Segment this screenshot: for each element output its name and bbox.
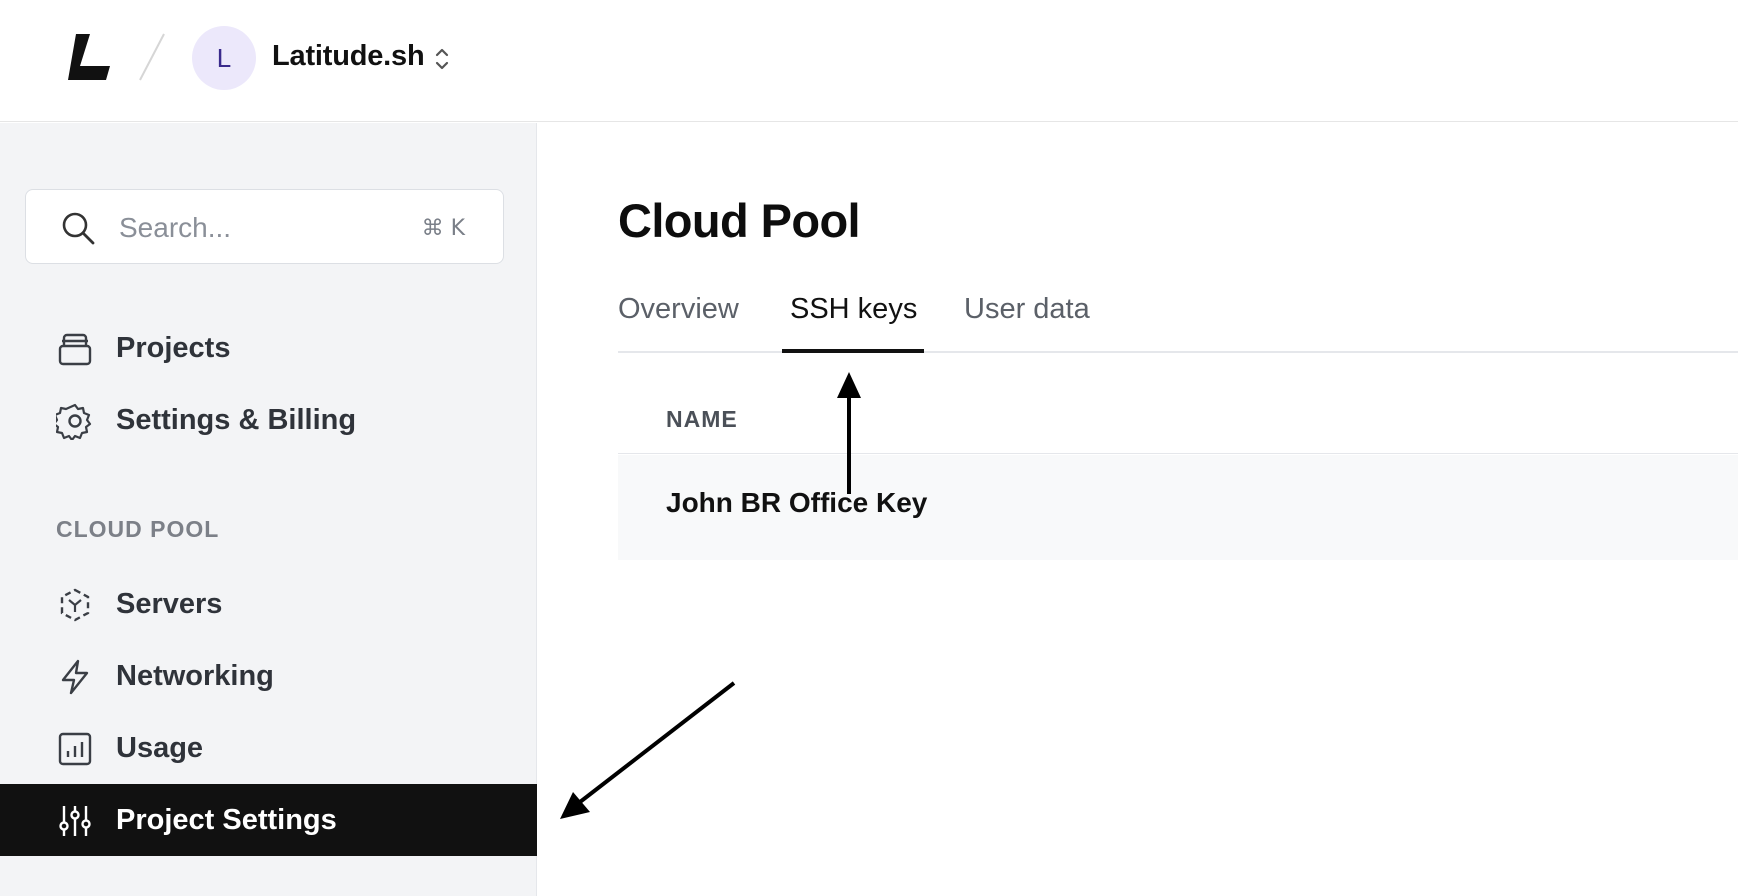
main-content: Cloud Pool Overview SSH keys User data N… xyxy=(538,123,1738,896)
org-avatar[interactable]: L xyxy=(192,26,256,90)
bar-chart-icon xyxy=(58,732,92,766)
search-placeholder: Search... xyxy=(119,212,232,243)
folder-stack-icon xyxy=(58,333,92,366)
search-input[interactable]: Search... ⌘ K xyxy=(25,189,504,264)
latitude-logo-icon[interactable] xyxy=(66,30,114,84)
tab-user-data[interactable]: User data xyxy=(964,293,1090,344)
org-name[interactable]: Latitude.sh xyxy=(272,40,425,73)
lightning-icon xyxy=(61,659,89,695)
sidebar-item-label: Networking xyxy=(116,660,274,692)
table-row[interactable]: John BR Office Key xyxy=(618,455,1738,560)
sidebar-item-servers[interactable]: Servers xyxy=(0,568,537,640)
sidebar: Search... ⌘ K Projects Settings & Billin… xyxy=(0,123,537,896)
sidebar-item-projects[interactable]: Projects xyxy=(0,312,537,384)
sliders-icon xyxy=(59,806,91,836)
sidebar-item-label: Projects xyxy=(116,332,231,364)
breadcrumb-divider-icon xyxy=(139,33,165,81)
table-header: NAME xyxy=(618,388,1738,454)
tab-overview[interactable]: Overview xyxy=(618,293,739,344)
search-icon xyxy=(62,212,95,245)
sidebar-item-settings-billing[interactable]: Settings & Billing xyxy=(0,384,537,456)
sidebar-item-usage[interactable]: Usage xyxy=(0,712,537,784)
tab-ssh-keys[interactable]: SSH keys xyxy=(790,293,917,344)
chevron-up-down-icon[interactable] xyxy=(432,44,452,74)
sidebar-item-label: Servers xyxy=(116,588,223,620)
ssh-key-name[interactable]: John BR Office Key xyxy=(666,487,927,519)
sidebar-item-label: Settings & Billing xyxy=(116,404,357,436)
sidebar-item-networking[interactable]: Networking xyxy=(0,640,537,712)
sidebar-item-label: Usage xyxy=(116,732,204,764)
active-tab-indicator xyxy=(782,349,924,353)
section-label-cloud-pool: CLOUD POOL xyxy=(56,516,220,542)
page-title: Cloud Pool xyxy=(618,194,861,247)
server-icon xyxy=(60,588,90,622)
search-shortcut: ⌘ K xyxy=(421,216,465,241)
column-header-name[interactable]: NAME xyxy=(666,406,738,433)
top-bar: L Latitude.sh xyxy=(0,0,1738,122)
sidebar-item-project-settings[interactable]: Project Settings xyxy=(0,784,537,856)
tab-bar: Overview SSH keys User data xyxy=(618,263,1738,353)
sidebar-item-label: Project Settings xyxy=(116,804,337,836)
gear-icon xyxy=(56,403,92,440)
